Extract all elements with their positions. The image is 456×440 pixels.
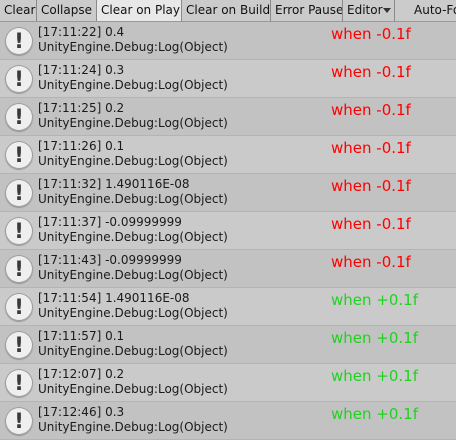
annotation-note: when +0.1f [331, 367, 418, 385]
info-icon: ! [5, 65, 33, 93]
collapse-toggle[interactable]: Collapse [37, 0, 97, 21]
log-message: [17:11:54] 1.490116E-08 [38, 291, 190, 305]
annotation-note: when +0.1f [331, 291, 418, 309]
info-icon: ! [5, 407, 33, 435]
chevron-down-icon [383, 8, 391, 13]
log-stack-trace: UnityEngine.Debug:Log(Object) [38, 306, 228, 320]
info-icon: ! [5, 179, 33, 207]
log-message: [17:11:43] -0.09999999 [38, 253, 182, 267]
info-icon: ! [5, 103, 33, 131]
log-message: [17:11:24] 0.3 [38, 63, 125, 77]
log-stack-trace: UnityEngine.Debug:Log(Object) [38, 40, 228, 54]
log-message: [17:11:26] 0.1 [38, 139, 125, 153]
info-icon: ! [5, 27, 33, 55]
annotation-note: when -0.1f [331, 253, 411, 271]
log-entry[interactable]: ! [17:11:54] 1.490116E-08 UnityEngine.Debu… [0, 288, 456, 326]
info-icon: ! [5, 331, 33, 359]
log-stack-trace: UnityEngine.Debug:Log(Object) [38, 192, 228, 206]
clear-on-build-toggle[interactable]: Clear on Build [182, 0, 271, 21]
log-entry[interactable]: ! [17:11:24] 0.3 UnityEngine.Debug:Log(Obj… [0, 60, 456, 98]
editor-dropdown[interactable]: Editor [343, 0, 395, 21]
log-stack-trace: UnityEngine.Debug:Log(Object) [38, 268, 228, 282]
clear-on-play-toggle[interactable]: Clear on Play [97, 0, 182, 21]
console-toolbar: Clear Collapse Clear on Play Clear on Bu… [0, 0, 456, 22]
annotation-note: when -0.1f [331, 25, 411, 43]
error-pause-toggle[interactable]: Error Pause [271, 0, 343, 21]
annotation-note: when +0.1f [331, 405, 418, 423]
log-entry[interactable]: ! [17:11:22] 0.4 UnityEngine.Debug:Log(Obj… [0, 22, 456, 60]
annotation-note: when -0.1f [331, 215, 411, 233]
info-icon: ! [5, 141, 33, 169]
log-entry[interactable]: ! [17:12:07] 0.2 UnityEngine.Debug:Log(Obj… [0, 364, 456, 402]
console-log-list[interactable]: ! [17:11:22] 0.4 UnityEngine.Debug:Log(Obj… [0, 22, 456, 440]
log-stack-trace: UnityEngine.Debug:Log(Object) [38, 154, 228, 168]
log-stack-trace: UnityEngine.Debug:Log(Object) [38, 344, 228, 358]
log-stack-trace: UnityEngine.Debug:Log(Object) [38, 116, 228, 130]
log-stack-trace: UnityEngine.Debug:Log(Object) [38, 420, 228, 434]
info-icon: ! [5, 255, 33, 283]
log-stack-trace: UnityEngine.Debug:Log(Object) [38, 382, 228, 396]
log-entry[interactable]: ! [17:12:46] 0.3 UnityEngine.Debug:Log(Obj… [0, 402, 456, 440]
log-message: [17:11:22] 0.4 [38, 25, 125, 39]
log-message: [17:12:46] 0.3 [38, 405, 125, 419]
annotation-note: when -0.1f [331, 177, 411, 195]
log-message: [17:11:25] 0.2 [38, 101, 125, 115]
editor-dropdown-label: Editor [347, 3, 383, 17]
log-entry[interactable]: ! [17:11:37] -0.09999999 UnityEngine.Debug… [0, 212, 456, 250]
log-entry[interactable]: ! [17:11:25] 0.2 UnityEngine.Debug:Log(Obj… [0, 98, 456, 136]
log-stack-trace: UnityEngine.Debug:Log(Object) [38, 78, 228, 92]
log-entry[interactable]: ! [17:11:32] 1.490116E-08 UnityEngine.Debu… [0, 174, 456, 212]
log-message: [17:11:32] 1.490116E-08 [38, 177, 190, 191]
clear-button[interactable]: Clear [0, 0, 37, 21]
info-icon: ! [5, 369, 33, 397]
log-entry[interactable]: ! [17:11:57] 0.1 UnityEngine.Debug:Log(Obj… [0, 326, 456, 364]
annotation-note: when -0.1f [331, 63, 411, 81]
annotation-note: when -0.1f [331, 101, 411, 119]
info-icon: ! [5, 293, 33, 321]
log-message: [17:12:07] 0.2 [38, 367, 125, 381]
auto-focus-toggle[interactable]: Auto-Fo [395, 0, 456, 21]
annotation-note: when -0.1f [331, 139, 411, 157]
info-icon: ! [5, 217, 33, 245]
annotation-note: when +0.1f [331, 329, 418, 347]
log-entry[interactable]: ! [17:11:43] -0.09999999 UnityEngine.Debug… [0, 250, 456, 288]
log-stack-trace: UnityEngine.Debug:Log(Object) [38, 230, 228, 244]
log-message: [17:11:57] 0.1 [38, 329, 125, 343]
log-entry[interactable]: ! [17:11:26] 0.1 UnityEngine.Debug:Log(Obj… [0, 136, 456, 174]
log-message: [17:11:37] -0.09999999 [38, 215, 182, 229]
